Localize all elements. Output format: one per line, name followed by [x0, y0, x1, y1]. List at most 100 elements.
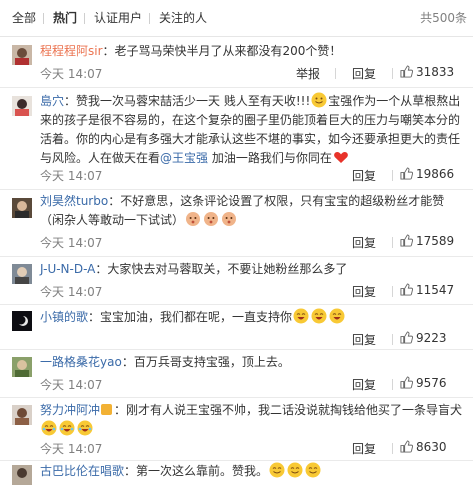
- tab-divider: [149, 13, 150, 24]
- comment-filter-tabs: 全部 热门 认证用户 关注的人 共500条: [0, 0, 473, 37]
- comment-body: ：宝宝加油，我们都在呢，一直支持你: [88, 310, 293, 324]
- reply-link[interactable]: 回复: [352, 167, 376, 184]
- grin-emoji-icon: [305, 462, 321, 478]
- thumbs-up-icon: [400, 234, 414, 247]
- comment-username[interactable]: 程程程阿sir: [40, 44, 103, 58]
- member-badge-icon: [101, 404, 113, 415]
- comment-body: ：刚才有人说王宝强不帅，我二话没说就掏钱给他买了一条导盲犬: [114, 403, 463, 417]
- like-count: 17589: [416, 234, 455, 248]
- comment-text: 刘昊然turbo：不好意思，这条评论设置了权限，只有宝宝的超级粉丝才能赞（闲杂人…: [40, 192, 465, 230]
- comment-text: 程程程阿sir：老子骂马荣快半月了从来都没有200个赞！: [40, 42, 465, 61]
- comment-body: ：大家快去对马蓉取关，不要让她粉丝那么多了: [95, 262, 348, 276]
- comment-username[interactable]: 小镇的歌: [40, 310, 88, 324]
- laughing-tears-emoji-icon: [59, 420, 75, 436]
- action-divider: [392, 379, 393, 390]
- comment-text: 古巴比伦在唱歌：第一次这么靠前。赞我。: [40, 462, 465, 481]
- comment-item: 一路格桑花yao：百万兵哥支持宝强，顶上去。 今天 14:07 回复 9576: [0, 350, 473, 398]
- comment-item: 古巴比伦在唱歌：第一次这么靠前。赞我。: [0, 461, 473, 485]
- action-divider: [392, 443, 393, 454]
- tab-verified[interactable]: 认证用户: [94, 0, 142, 36]
- reply-link[interactable]: 回复: [352, 65, 376, 82]
- comment-text: 島穴：赞我一次马蓉宋喆活少一天 贱人至有天收!!! 宝强作为一个从草根熬出来的孩子…: [40, 92, 465, 168]
- action-divider: [392, 68, 393, 79]
- like-count: 9576: [416, 376, 447, 390]
- avatar[interactable]: [12, 357, 32, 377]
- grin-emoji-icon: [287, 462, 303, 478]
- comment-item: 小镇的歌：宝宝加油，我们都在呢，一直支持你 回复 9223: [0, 305, 473, 350]
- comment-time: 今天 14:07: [40, 442, 103, 456]
- report-link[interactable]: 举报: [296, 65, 320, 82]
- like-count: 31833: [416, 65, 455, 79]
- like-count: 11547: [416, 283, 455, 297]
- like-count: 9223: [416, 331, 447, 345]
- comment-username[interactable]: 努力冲阿冲: [40, 403, 100, 417]
- thumbs-up-icon: [400, 65, 414, 78]
- comment-username[interactable]: J-U-N-D-A: [40, 262, 95, 276]
- comment-body: ：第一次这么靠前。赞我。: [124, 464, 269, 478]
- comment-body: ：百万兵哥支持宝强，顶上去。: [121, 355, 290, 369]
- avatar[interactable]: [12, 405, 32, 425]
- reply-link[interactable]: 回复: [352, 376, 376, 393]
- laughing-tears-emoji-icon: [41, 420, 57, 436]
- action-divider: [335, 68, 336, 79]
- reply-link[interactable]: 回复: [352, 234, 376, 251]
- avatar[interactable]: [12, 465, 32, 485]
- avatar[interactable]: [12, 198, 32, 218]
- comment-body: ：老子骂马荣快半月了从来都没有200个赞！: [102, 44, 342, 58]
- action-divider: [392, 237, 393, 248]
- laughing-emoji-icon: [329, 308, 345, 324]
- comment-item: 努力冲阿冲 ：刚才有人说王宝强不帅，我二话没说就掏钱给他买了一条导盲犬 今天 14…: [0, 398, 473, 461]
- comment-time: 今天 14:07: [40, 236, 103, 250]
- thumbs-up-icon: [400, 376, 414, 389]
- smile-emoji-icon: [311, 92, 327, 108]
- avatar[interactable]: [12, 45, 32, 65]
- comment-username[interactable]: 刘昊然turbo: [40, 194, 108, 208]
- like-count: 8630: [416, 440, 447, 454]
- comment-text: J-U-N-D-A：大家快去对马蓉取关，不要让她粉丝那么多了: [40, 260, 465, 279]
- action-divider: [392, 334, 393, 345]
- comment-body: ：赞我一次马蓉宋喆活少一天 贱人至有天收!!!: [64, 94, 311, 108]
- like-button[interactable]: 9223: [400, 331, 447, 345]
- comment-item: 刘昊然turbo：不好意思，这条评论设置了权限，只有宝宝的超级粉丝才能赞（闲杂人…: [0, 190, 473, 257]
- action-divider: [392, 286, 393, 297]
- total-count: 共500条: [420, 11, 467, 25]
- comment-time: 今天 14:07: [40, 67, 103, 81]
- thumbs-up-icon: [400, 440, 414, 453]
- comment-username[interactable]: 島穴: [40, 94, 64, 108]
- laughing-emoji-icon: [293, 308, 309, 324]
- comment-item: 程程程阿sir：老子骂马荣快半月了从来都没有200个赞！ 今天 14:07 举报…: [0, 37, 473, 88]
- laughing-emoji-icon: [311, 308, 327, 324]
- baby-emoji-icon: [204, 212, 219, 226]
- comment-item: 島穴：赞我一次马蓉宋喆活少一天 贱人至有天收!!! 宝强作为一个从草根熬出来的孩子…: [0, 88, 473, 190]
- like-button[interactable]: 17589: [400, 234, 454, 248]
- tab-following[interactable]: 关注的人: [159, 0, 207, 36]
- tab-hot[interactable]: 热门: [53, 0, 77, 36]
- avatar[interactable]: [12, 311, 32, 331]
- like-button[interactable]: 8630: [400, 440, 447, 454]
- reply-link[interactable]: 回复: [352, 331, 376, 348]
- tab-all[interactable]: 全部: [12, 0, 36, 36]
- comment-text: 小镇的歌：宝宝加油，我们都在呢，一直支持你: [40, 308, 465, 327]
- mention-link[interactable]: @王宝强: [160, 151, 208, 165]
- action-divider: [392, 170, 393, 181]
- reply-link[interactable]: 回复: [352, 440, 376, 457]
- like-button[interactable]: 19866: [400, 167, 454, 181]
- tab-divider: [84, 13, 85, 24]
- avatar[interactable]: [12, 264, 32, 284]
- thumbs-up-icon: [400, 283, 414, 296]
- tab-divider: [43, 13, 44, 24]
- comment-time: 今天 14:07: [40, 169, 103, 183]
- like-button[interactable]: 9576: [400, 376, 447, 390]
- like-button[interactable]: 11547: [400, 283, 454, 297]
- laughing-tears-emoji-icon: [77, 420, 93, 436]
- comment-username[interactable]: 一路格桑花yao: [40, 355, 122, 369]
- reply-link[interactable]: 回复: [352, 283, 376, 300]
- like-button[interactable]: 31833: [400, 65, 454, 79]
- comment-username[interactable]: 古巴比伦在唱歌: [40, 464, 124, 478]
- comment-time: 今天 14:07: [40, 378, 103, 392]
- thumbs-up-icon: [400, 167, 414, 180]
- avatar[interactable]: [12, 96, 32, 116]
- grin-emoji-icon: [269, 462, 285, 478]
- comment-body-end: 加油一路我们与你同在: [208, 151, 332, 165]
- comment-time: 今天 14:07: [40, 285, 103, 299]
